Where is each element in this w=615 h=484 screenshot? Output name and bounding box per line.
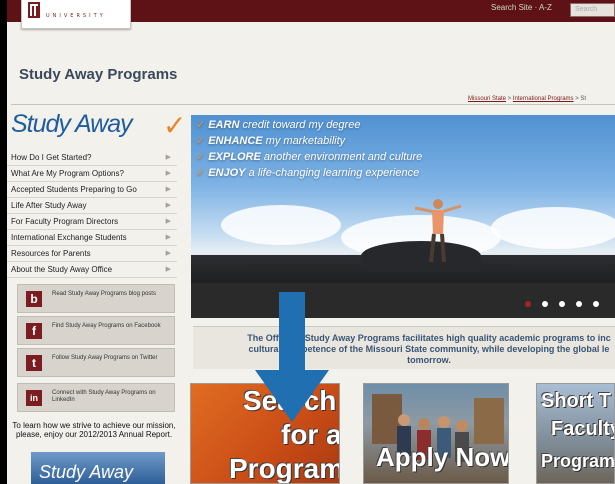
social-link-text: Connect with Study Away Programs on Link… (52, 390, 156, 403)
annual-report-image-text: Study Away (39, 462, 134, 482)
logo-bear-mark-icon (28, 2, 40, 18)
annual-report-link[interactable]: Study Away (31, 452, 165, 484)
blog-icon: b (26, 291, 42, 307)
social-link-facebook[interactable]: f Find Study Away Programs on Facebook (17, 316, 175, 345)
tile-label-for-a: for a (281, 419, 340, 450)
checkmark-icon: ✓ (196, 119, 206, 131)
sidebar-item-life-after[interactable]: Life After Study Away ▶ (7, 198, 177, 214)
arrow-right-icon: ▶ (165, 234, 171, 241)
hero-person-figure (414, 199, 462, 263)
hero-cloud (221, 205, 341, 245)
checkmark-icon: ✓ (196, 151, 206, 163)
tile-label-programs: Program (541, 451, 615, 471)
sidebar-item-accepted-students[interactable]: Accepted Students Preparing to Go ▶ (7, 182, 177, 198)
tile-label-faculty: Faculty (551, 418, 615, 440)
tile-label-apply-now: Apply Now (376, 442, 509, 472)
sidebar-item-label: For Faculty Program Directors (11, 217, 119, 226)
study-away-logo-text: Study Away (11, 110, 133, 138)
breadcrumb: Missouri State > International Programs … (468, 96, 586, 102)
sidebar-item-faculty-directors[interactable]: For Faculty Program Directors ▶ (7, 214, 177, 230)
slide-dot-1[interactable] (525, 301, 531, 307)
tile-label-short-term: Short T (541, 390, 611, 412)
hero-slideshow[interactable]: ✓ EARN credit toward my degree ✓ ENHANCE m… (191, 115, 615, 318)
mission-text: To learn how we strive to achieve our mi… (12, 421, 176, 439)
social-link-linkedin[interactable]: in Connect with Study Away Programs on L… (17, 383, 175, 412)
sidebar-item-parents[interactable]: Resources for Parents ▶ (7, 246, 177, 262)
header-top-links[interactable]: Search Site · A-Z (491, 3, 552, 12)
hero-line-enhance: ✓ ENHANCE my marketability (196, 135, 346, 147)
apply-now-tile[interactable]: Apply Now (363, 383, 509, 484)
annotation-arrow-down-icon (255, 292, 329, 422)
tile-label-program: Program (229, 453, 340, 484)
social-link-text: Find Study Away Programs on Facebook (52, 323, 161, 329)
arrow-right-icon: ▶ (165, 266, 171, 273)
sidebar-item-label: About the Study Away Office (11, 265, 113, 274)
checkmark-icon: ✓ (163, 110, 186, 141)
arrow-right-icon: ▶ (165, 202, 171, 209)
arrow-right-icon: ▶ (165, 154, 171, 161)
sidebar-menu: How Do I Get Started? ▶ What Are My Progr… (7, 150, 177, 278)
sidebar-item-program-options[interactable]: What Are My Program Options? ▶ (7, 166, 177, 182)
page-title: Study Away Programs (19, 66, 178, 83)
short-term-faculty-programs-tile[interactable]: Short T Faculty Program (536, 383, 615, 484)
facebook-icon: f (26, 323, 42, 339)
sidebar-item-get-started[interactable]: How Do I Get Started? ▶ (7, 150, 177, 166)
breadcrumb-separator: > (506, 96, 513, 102)
sidebar-item-label: Resources for Parents (11, 249, 91, 258)
page: Search Site · A-Z Search UNIVERSITY Stud… (7, 0, 615, 484)
arrow-right-icon: ▶ (165, 170, 171, 177)
social-link-blog[interactable]: b Read Study Away Programs blog posts (17, 284, 175, 313)
hero-cloud (491, 207, 615, 249)
sidebar-item-label: What Are My Program Options? (11, 169, 124, 178)
social-link-text: Follow Study Away Programs on Twitter (52, 355, 158, 361)
site-search-input[interactable]: Search (570, 3, 615, 17)
header-divider (11, 104, 615, 105)
hero-line-explore: ✓ EXPLORE another environment and culture (196, 151, 423, 163)
breadcrumb-missouri-state[interactable]: Missouri State (468, 96, 506, 102)
logo-university-text: UNIVERSITY (46, 13, 106, 19)
slide-dot-2[interactable] (542, 301, 548, 307)
arrow-right-icon: ▶ (165, 218, 171, 225)
slide-dot-5[interactable] (593, 301, 599, 307)
hero-line-earn: ✓ EARN credit toward my degree (196, 119, 361, 131)
sidebar-item-about-office[interactable]: About the Study Away Office ▶ (7, 262, 177, 278)
breadcrumb-current: St (580, 96, 587, 102)
checkmark-icon: ✓ (196, 167, 206, 179)
breadcrumb-international-programs[interactable]: International Programs (513, 96, 574, 102)
missouri-state-logo[interactable]: UNIVERSITY (21, 0, 131, 29)
twitter-icon: t (26, 355, 42, 371)
hero-text: ✓ EARN credit toward my degree ✓ ENHANCE m… (196, 117, 422, 181)
checkmark-icon: ✓ (196, 135, 206, 147)
linkedin-icon: in (26, 390, 42, 406)
social-link-text: Read Study Away Programs blog posts (52, 291, 156, 297)
slide-dot-4[interactable] (576, 301, 582, 307)
study-away-logo[interactable]: Study Away ✓ (11, 110, 186, 141)
hero-line-enjoy: ✓ ENJOY a life-changing learning experien… (196, 167, 420, 179)
slide-dot-3[interactable] (559, 301, 565, 307)
sidebar-item-label: How Do I Get Started? (11, 153, 92, 162)
sidebar-item-label: Life After Study Away (11, 201, 87, 210)
intro-line-3: tomorrow. (407, 355, 451, 365)
slideshow-pager (525, 294, 615, 318)
sidebar-item-exchange-students[interactable]: International Exchange Students ▶ (7, 230, 177, 246)
arrow-right-icon: ▶ (165, 186, 171, 193)
social-link-twitter[interactable]: t Follow Study Away Programs on Twitter (17, 348, 175, 377)
arrow-right-icon: ▶ (165, 250, 171, 257)
sidebar-item-label: International Exchange Students (11, 233, 127, 242)
sidebar-item-label: Accepted Students Preparing to Go (11, 185, 137, 194)
